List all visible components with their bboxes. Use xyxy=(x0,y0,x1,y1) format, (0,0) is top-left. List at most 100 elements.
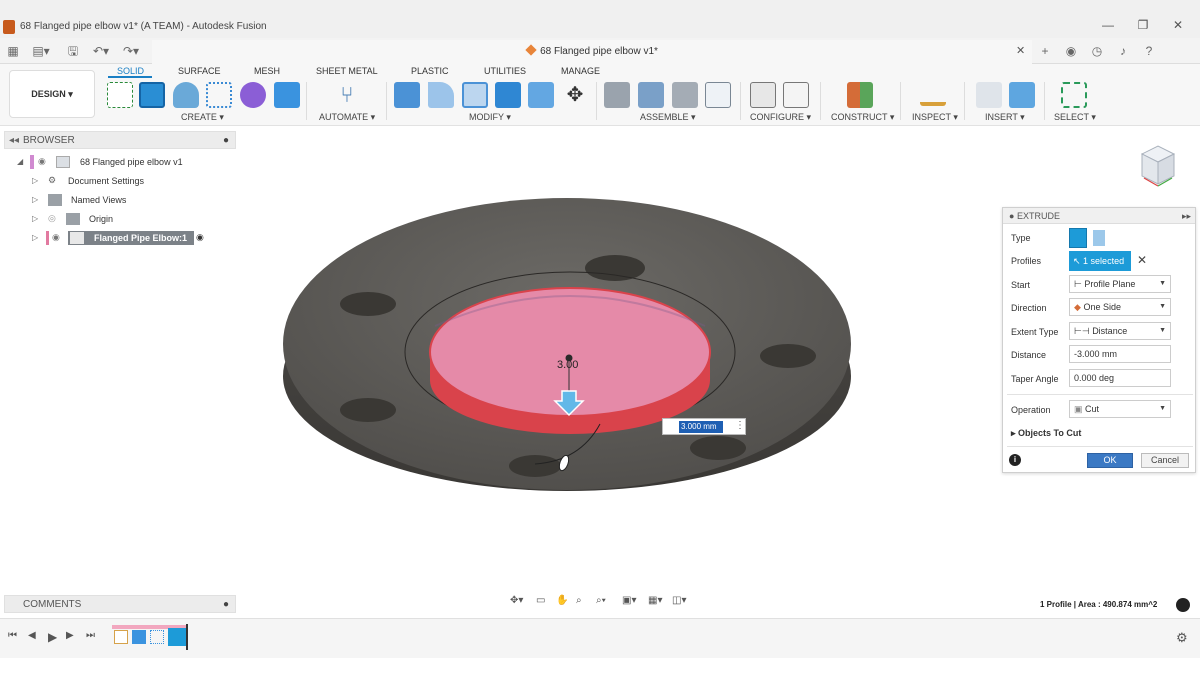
select-icon[interactable] xyxy=(1061,82,1087,108)
file-icon[interactable]: ▤▾ xyxy=(32,42,50,60)
expand-arrow-icon[interactable]: ▷ xyxy=(32,233,38,242)
create-group-label[interactable]: CREATE ▾ xyxy=(181,112,224,123)
ok-button[interactable]: OK xyxy=(1087,453,1133,468)
automate-group-label[interactable]: AUTOMATE ▾ xyxy=(319,112,375,123)
orbit-icon[interactable]: ✥▾ xyxy=(510,595,523,606)
bolt-hole[interactable] xyxy=(690,436,746,460)
bill-of-materials-icon[interactable] xyxy=(705,82,731,108)
objects-to-cut-toggle[interactable]: ▸ Objects To Cut xyxy=(1011,428,1081,439)
extrude-icon[interactable] xyxy=(139,82,165,108)
step-forward-icon[interactable]: ▶ xyxy=(66,630,74,641)
redo-icon[interactable]: ↷▾ xyxy=(122,42,140,60)
extent-type-dropdown[interactable]: ⊢⊣ Distance ▼ xyxy=(1069,322,1171,340)
tree-item-origin[interactable]: ▷ ◎ Origin xyxy=(10,211,236,229)
step-back-icon[interactable]: ◀ xyxy=(28,630,36,641)
pin-icon[interactable]: ● xyxy=(223,599,229,610)
more-options-icon[interactable]: ⋮ xyxy=(735,420,745,431)
configuration-table-icon[interactable] xyxy=(783,82,809,108)
help-icon[interactable]: ? xyxy=(1140,42,1158,60)
bolt-hole[interactable] xyxy=(760,344,816,368)
distance-field[interactable]: -3.000 mm xyxy=(1069,345,1171,363)
bolt-hole[interactable] xyxy=(340,398,396,422)
play-icon[interactable]: ▶ xyxy=(48,630,57,644)
pan-icon[interactable]: ✋ xyxy=(556,595,568,606)
tab-sheet-metal[interactable]: SHEET METAL xyxy=(316,66,378,76)
configure-icon[interactable] xyxy=(750,82,776,108)
extrude-dialog-header[interactable]: ● EXTRUDE ▸▸ xyxy=(1003,208,1195,224)
maximize-icon[interactable]: ❐ xyxy=(1133,18,1153,32)
joint-icon[interactable] xyxy=(638,82,664,108)
move-icon[interactable]: ✥ xyxy=(562,82,588,108)
expand-arrow-icon[interactable]: ▷ xyxy=(32,176,38,185)
direction-dropdown[interactable]: ◆ One Side ▼ xyxy=(1069,298,1171,316)
hidden-eye-icon[interactable]: ◎ xyxy=(48,213,62,225)
timeline-current-feature[interactable] xyxy=(168,628,186,646)
job-status-icon[interactable]: ◷ xyxy=(1088,42,1106,60)
tree-item-named-views[interactable]: ▷ Named Views xyxy=(10,192,236,210)
fillet-icon[interactable] xyxy=(428,82,454,108)
bolt-hole[interactable] xyxy=(509,455,561,477)
construct-group-label[interactable]: CONSTRUCT ▾ xyxy=(831,112,894,123)
go-to-end-icon[interactable]: ⏭ xyxy=(86,630,95,641)
operation-dropdown[interactable]: ▣ Cut ▼ xyxy=(1069,400,1171,418)
info-icon[interactable]: i xyxy=(1009,454,1021,466)
insert-derive-icon[interactable] xyxy=(976,82,1002,108)
bolt-hole[interactable] xyxy=(340,292,396,316)
activate-radio-icon[interactable]: ◉ xyxy=(196,232,210,244)
start-dropdown[interactable]: ⊢ Profile Plane ▼ xyxy=(1069,275,1171,293)
configure-group-label[interactable]: CONFIGURE ▾ xyxy=(750,112,811,123)
measure-icon[interactable] xyxy=(920,88,946,106)
insert-canvas-icon[interactable] xyxy=(1009,82,1035,108)
status-indicator-icon[interactable] xyxy=(1176,598,1190,612)
extensions-icon[interactable]: ◉ xyxy=(1062,42,1080,60)
tab-surface[interactable]: SURFACE xyxy=(178,66,221,76)
browser-panel-header[interactable]: ◂◂ BROWSER ● xyxy=(4,131,236,149)
display-settings-icon[interactable]: ▣▾ xyxy=(622,595,636,606)
go-to-start-icon[interactable]: ⏮ xyxy=(8,630,17,641)
shell-icon[interactable] xyxy=(462,82,488,108)
timeline-marker[interactable] xyxy=(186,624,188,650)
fit-icon[interactable]: ⌕▾ xyxy=(596,595,606,606)
browser-root[interactable]: ◢ ◉ 68 Flanged pipe elbow v1 xyxy=(10,154,236,172)
taper-angle-field[interactable]: 0.000 deg xyxy=(1069,369,1171,387)
minimize-icon[interactable]: — xyxy=(1098,18,1118,32)
expand-arrow-icon[interactable]: ▷ xyxy=(32,214,38,223)
new-tab-icon[interactable]: + xyxy=(1036,42,1054,60)
grid-settings-icon[interactable]: ▦▾ xyxy=(648,595,662,606)
visibility-eye-icon[interactable]: ◉ xyxy=(52,232,66,244)
select-group-label[interactable]: SELECT ▾ xyxy=(1054,112,1096,123)
tab-mesh[interactable]: MESH xyxy=(254,66,280,76)
grid-menu-icon[interactable]: ▦ xyxy=(4,42,22,60)
sweep-icon[interactable] xyxy=(206,82,232,108)
offset-face-icon[interactable] xyxy=(528,82,554,108)
undo-icon[interactable]: ↶▾ xyxy=(92,42,110,60)
revolve-icon[interactable] xyxy=(173,82,199,108)
distance-input-box[interactable]: 3.000 mm ⋮ xyxy=(662,418,746,435)
create-sketch-icon[interactable] xyxy=(107,82,133,108)
collapse-icon[interactable]: ◂◂ xyxy=(9,135,19,146)
document-tab[interactable]: 68 Flanged pipe elbow v1* xyxy=(152,40,1032,64)
profiles-selection[interactable]: ↖ 1 selected xyxy=(1069,251,1131,271)
clear-selection-icon[interactable]: ✕ xyxy=(1137,253,1147,267)
combine-icon[interactable] xyxy=(495,82,521,108)
close-document-icon[interactable]: ✕ xyxy=(1016,44,1025,57)
viewcube[interactable] xyxy=(1136,142,1180,190)
bolt-hole[interactable] xyxy=(585,255,645,281)
tab-manage[interactable]: MANAGE xyxy=(561,66,600,76)
assemble-group-label[interactable]: ASSEMBLE ▾ xyxy=(640,112,696,123)
cancel-button[interactable]: Cancel xyxy=(1141,453,1189,468)
zoom-icon[interactable]: ⌕ xyxy=(576,595,582,606)
inspect-group-label[interactable]: INSPECT ▾ xyxy=(912,112,958,123)
box-icon[interactable] xyxy=(274,82,300,108)
new-component-icon[interactable] xyxy=(604,82,630,108)
visibility-eye-icon[interactable]: ◉ xyxy=(38,156,52,168)
timeline-settings-gear-icon[interactable]: ⚙ xyxy=(1176,630,1188,646)
notifications-icon[interactable]: ♪ xyxy=(1114,42,1132,60)
pin-icon[interactable]: ● xyxy=(223,135,229,146)
tree-item-flanged-pipe-elbow[interactable]: ▷ ◉ Flanged Pipe Elbow:1 ◉ xyxy=(10,230,236,248)
timeline-sketch-icon[interactable] xyxy=(114,630,128,644)
insert-group-label[interactable]: INSERT ▾ xyxy=(985,112,1025,123)
workspace-switcher[interactable]: DESIGN ▾ xyxy=(9,70,95,118)
type-thin-icon[interactable] xyxy=(1093,230,1105,246)
tab-utilities[interactable]: UTILITIES xyxy=(484,66,526,76)
